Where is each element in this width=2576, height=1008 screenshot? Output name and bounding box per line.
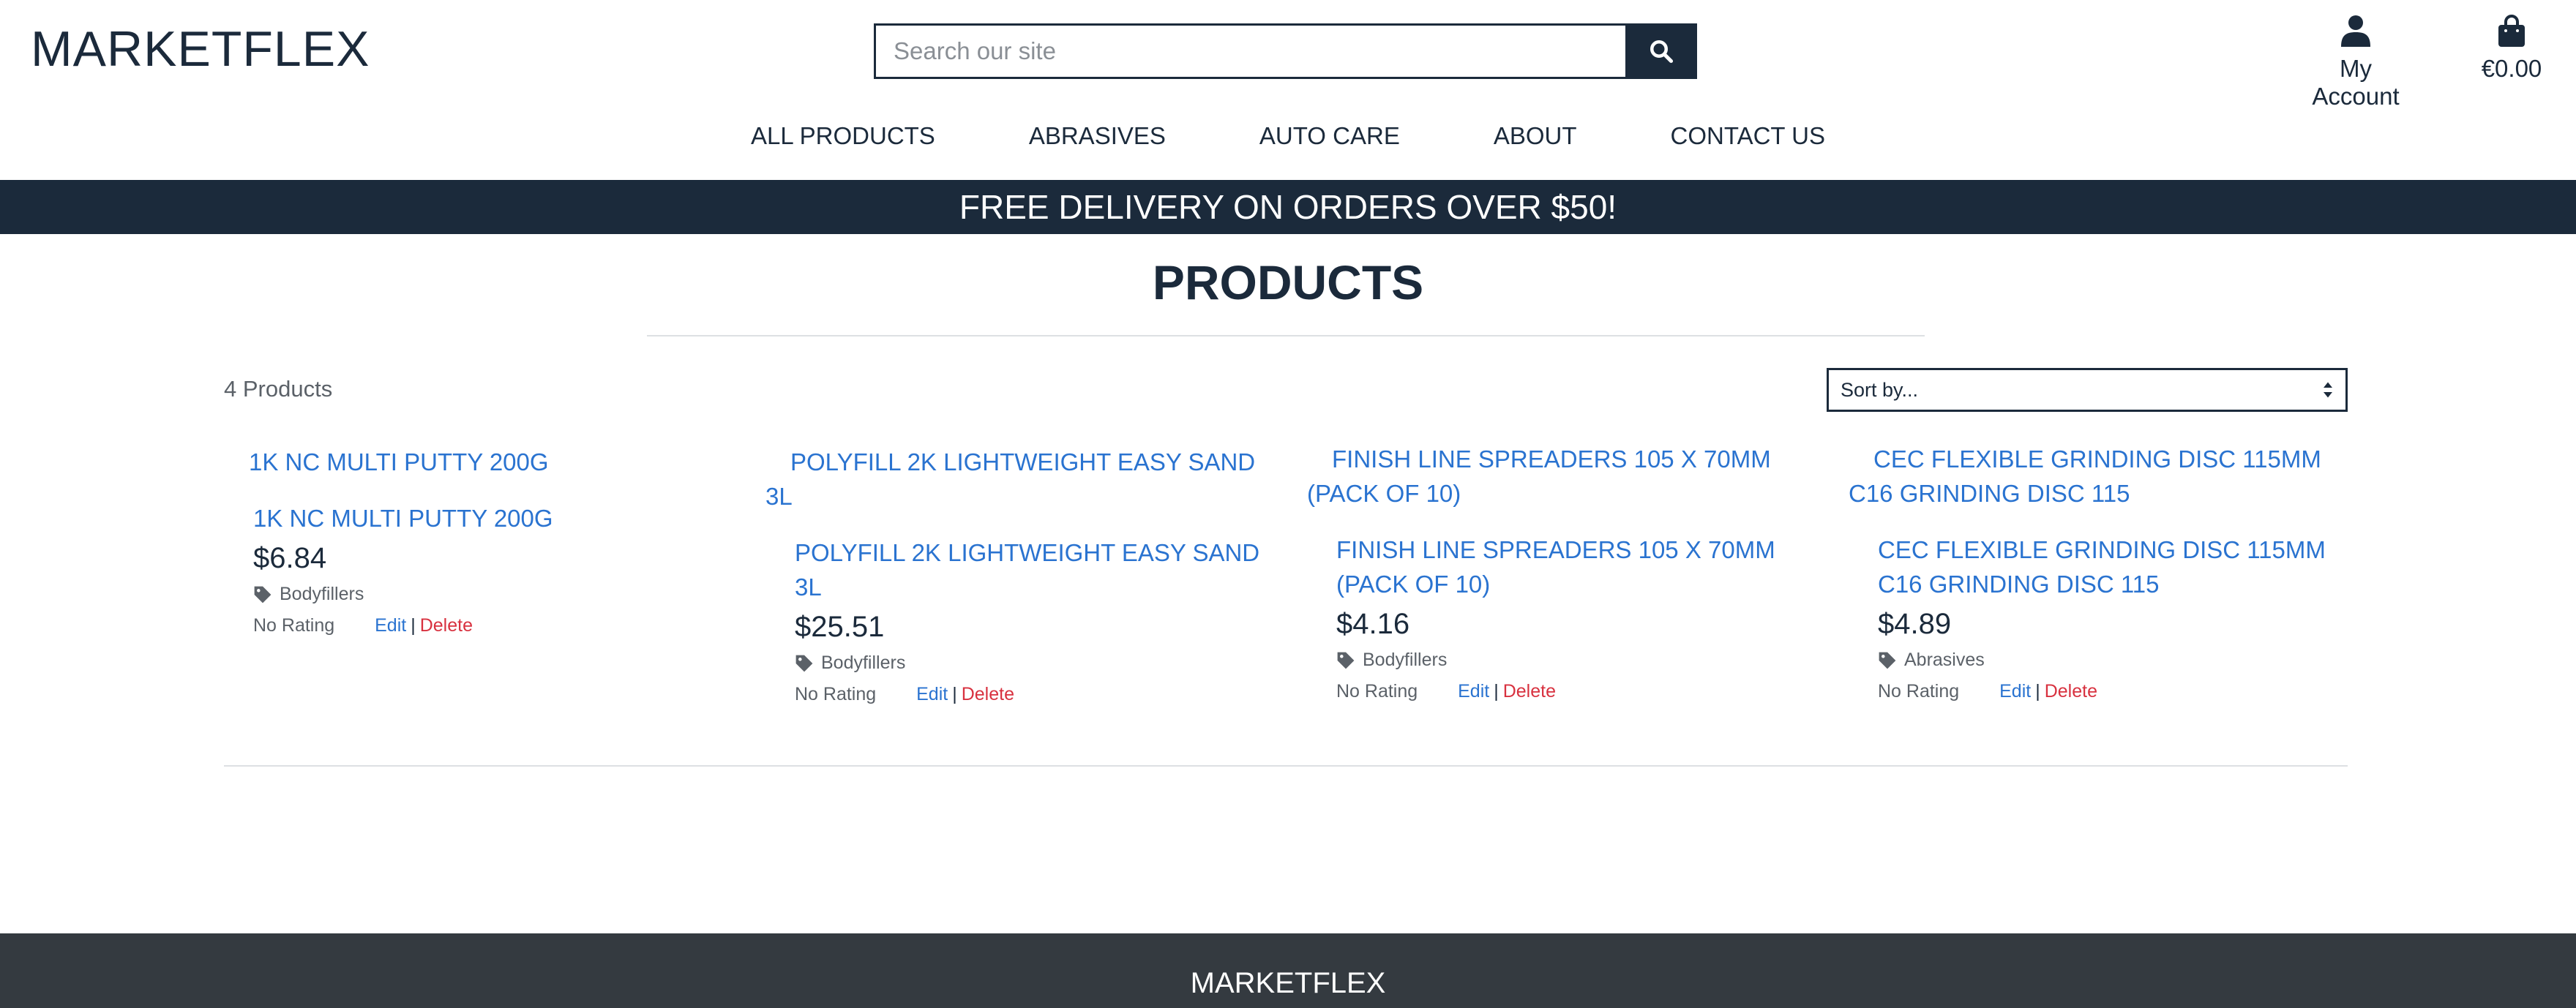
edit-product-link[interactable]: Edit [375,615,406,636]
product-rating: No Rating [1336,681,1418,702]
site-logo[interactable]: MARKETFLEX [31,20,370,78]
shopping-bag-icon [2498,15,2525,47]
delete-product-link[interactable]: Delete [1503,681,1556,702]
product-category: Bodyfillers [280,584,364,604]
product-image-link[interactable]: 1K NC MULTI PUTTY 200G [224,445,736,479]
product-image-link[interactable]: CEC FLEXIBLE GRINDING DISC 115MM C16 GRI… [1849,442,2361,511]
cart-total: €0.00 [2481,55,2542,82]
edit-product-link[interactable]: Edit [916,684,948,704]
product-card: FINISH LINE SPREADERS 105 X 70MM (PACK O… [1307,442,1819,702]
tag-icon [254,586,272,603]
tag-icon [1879,652,1896,669]
site-header: MARKETFLEX My Account €0.00 ALL PRODUCTS… [0,0,2576,180]
product-price: $25.51 [795,611,885,643]
product-category-link[interactable]: Bodyfillers [1336,650,1819,671]
product-card: POLYFILL 2K LIGHTWEIGHT EASY SAND 3L POL… [765,445,1278,705]
nav-item-abrasives[interactable]: ABRASIVES [982,122,1213,150]
main-nav: ALL PRODUCTS ABRASIVES AUTO CARE ABOUT C… [0,122,2576,150]
broken-image-icon [1849,445,1873,470]
action-separator: | [952,684,957,704]
title-divider [647,335,1925,336]
product-name-link[interactable]: CEC FLEXIBLE GRINDING DISC 115MM C16 GRI… [1878,533,2361,601]
search-icon [1650,40,1674,64]
nav-item-all-products[interactable]: ALL PRODUCTS [704,122,982,150]
search-input[interactable] [874,23,1625,79]
product-rating: No Rating [1878,681,1960,702]
product-meta: No Rating Edit | Delete [1336,681,1819,702]
nav-item-about[interactable]: ABOUT [1447,122,1624,150]
product-price: $4.89 [1878,608,1952,640]
product-category-link[interactable]: Bodyfillers [253,584,736,605]
product-name-link[interactable]: POLYFILL 2K LIGHTWEIGHT EASY SAND 3L [795,535,1278,604]
product-card: CEC FLEXIBLE GRINDING DISC 115MM C16 GRI… [1849,442,2361,702]
product-rating: No Rating [795,684,877,704]
delete-product-link[interactable]: Delete [420,615,473,636]
edit-product-link[interactable]: Edit [1458,681,1489,702]
delete-product-link[interactable]: Delete [2045,681,2097,702]
user-icon [2341,15,2370,47]
page-title: PRODUCTS [1152,255,1424,309]
product-price: $6.84 [253,542,327,574]
product-category: Bodyfillers [1363,650,1448,670]
broken-image-icon [1307,445,1332,470]
product-category: Abrasives [1904,650,1985,670]
product-image-link[interactable]: POLYFILL 2K LIGHTWEIGHT EASY SAND 3L [765,445,1278,514]
product-image-alt: POLYFILL 2K LIGHTWEIGHT EASY SAND 3L [765,448,1256,510]
product-name-link[interactable]: FINISH LINE SPREADERS 105 X 70MM (PACK O… [1336,533,1819,601]
tag-icon [795,655,813,672]
product-category: Bodyfillers [821,652,906,673]
products-divider [224,765,2348,767]
action-separator: | [1494,681,1499,702]
my-account-link[interactable]: My Account [2294,15,2418,110]
broken-image-icon [224,448,249,473]
footer-title: MARKETFLEX [1190,967,1386,999]
product-meta: No Rating Edit | Delete [1878,681,2361,702]
product-image-alt: CEC FLEXIBLE GRINDING DISC 115MM C16 GRI… [1849,445,2321,507]
cart-link[interactable]: €0.00 [2475,15,2548,83]
edit-product-link[interactable]: Edit [1999,681,2031,702]
product-category-link[interactable]: Abrasives [1878,650,2361,671]
product-meta: No Rating Edit | Delete [253,615,736,636]
product-count: 4 Products [224,376,333,402]
nav-item-contact-us[interactable]: CONTACT US [1624,122,1872,150]
action-separator: | [2035,681,2040,702]
sort-select[interactable]: Sort by... [1827,368,2348,412]
product-name-link[interactable]: 1K NC MULTI PUTTY 200G [253,501,736,535]
product-image-alt: FINISH LINE SPREADERS 105 X 70MM (PACK O… [1307,445,1771,507]
action-separator: | [411,615,416,636]
sort-select-label: Sort by... [1841,378,1919,401]
sort-arrows-icon [2324,382,2332,398]
search-button[interactable] [1625,23,1697,79]
my-account-label: My Account [2312,55,2400,110]
product-image-link[interactable]: FINISH LINE SPREADERS 105 X 70MM (PACK O… [1307,442,1819,511]
broken-image-icon [765,448,790,473]
product-price: $4.16 [1336,608,1410,640]
delivery-banner: FREE DELIVERY ON ORDERS OVER $50! [0,180,2576,234]
product-image-alt: 1K NC MULTI PUTTY 200G [249,448,549,475]
product-rating: No Rating [253,615,335,636]
product-category-link[interactable]: Bodyfillers [795,652,1278,674]
product-card: 1K NC MULTI PUTTY 200G 1K NC MULTI PUTTY… [224,445,736,636]
product-meta: No Rating Edit | Delete [795,684,1278,705]
nav-item-auto-care[interactable]: AUTO CARE [1213,122,1447,150]
search-form [874,23,1697,79]
tag-icon [1337,652,1355,669]
delete-product-link[interactable]: Delete [962,684,1014,704]
